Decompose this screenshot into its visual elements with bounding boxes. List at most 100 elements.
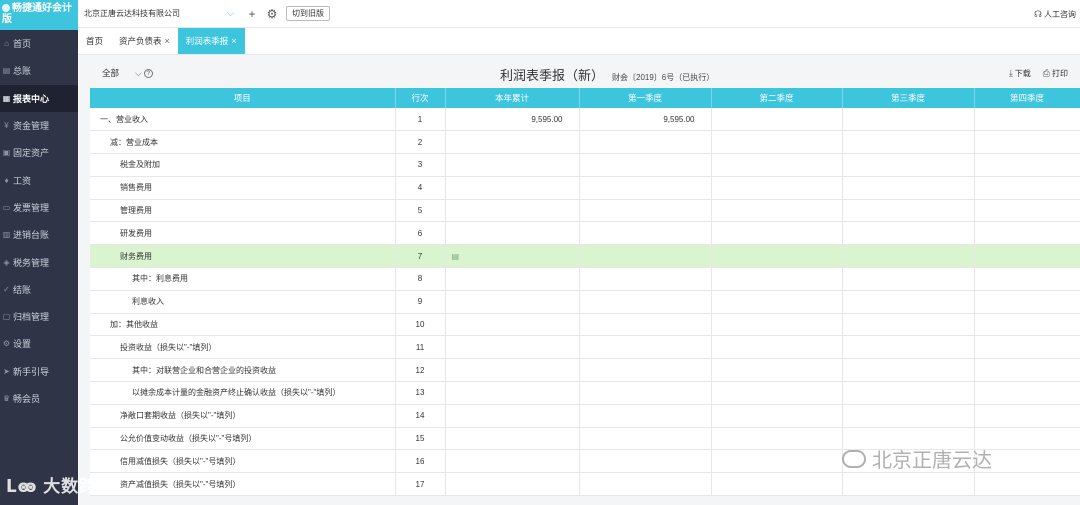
cell-q2[interactable]	[711, 381, 843, 405]
cell-ytd[interactable]	[445, 313, 580, 337]
cell-ytd[interactable]	[445, 267, 580, 291]
cell-q1[interactable]: 9,595.00	[579, 108, 712, 132]
cell-q3[interactable]	[842, 199, 975, 223]
cell-q3[interactable]	[842, 381, 975, 405]
sidebar-item-6[interactable]: ▭ 发票管理	[0, 194, 78, 221]
cell-q1[interactable]	[579, 267, 712, 291]
cell-q4[interactable]	[974, 176, 1080, 200]
cell-q4[interactable]	[974, 404, 1080, 428]
add-icon[interactable]: +	[244, 6, 260, 22]
cell-q1[interactable]	[579, 313, 712, 337]
sidebar-item-3[interactable]: ¥ 资金管理	[0, 112, 78, 139]
cell-q1[interactable]	[579, 449, 712, 474]
sidebar-item-7[interactable]: ▥ 进销台账	[0, 221, 78, 248]
sidebar-item-9[interactable]: ✓ 结账	[0, 276, 78, 303]
cell-q2[interactable]	[711, 358, 843, 383]
gear-icon[interactable]: ⚙	[264, 6, 280, 22]
close-icon[interactable]: ×	[165, 36, 170, 46]
cell-q4[interactable]	[974, 153, 1080, 177]
cell-q1[interactable]	[579, 290, 712, 314]
tab-1[interactable]: 资产负债表 ×	[111, 28, 178, 54]
cell-q4[interactable]	[974, 381, 1080, 405]
cell-q4[interactable]	[974, 244, 1080, 269]
print-button[interactable]: ⎙ 打印	[1043, 68, 1068, 79]
cell-q2[interactable]	[711, 130, 843, 155]
support-link[interactable]: ☊ 人工咨询	[1034, 9, 1076, 20]
cell-q2[interactable]	[711, 176, 843, 200]
cell-ytd[interactable]	[445, 358, 580, 383]
edit-icon[interactable]: ▤	[446, 252, 460, 261]
cell-ytd[interactable]	[445, 449, 580, 474]
cell-ytd[interactable]: ▤	[445, 244, 580, 269]
cell-q2[interactable]	[711, 335, 843, 360]
cell-q2[interactable]	[711, 404, 843, 428]
switch-old-version-button[interactable]: 切到旧版	[286, 6, 330, 21]
cell-q2[interactable]	[711, 199, 843, 223]
scope-filter[interactable]: 全部 ⌵ ?	[102, 67, 153, 79]
cell-q1[interactable]	[579, 358, 712, 383]
cell-q3[interactable]	[842, 358, 975, 383]
cell-q4[interactable]	[974, 335, 1080, 360]
cell-q1[interactable]	[579, 221, 712, 246]
cell-ytd[interactable]	[445, 199, 580, 223]
cell-ytd[interactable]: 9,595.00	[445, 108, 580, 132]
cell-ytd[interactable]	[445, 130, 580, 155]
cell-q2[interactable]	[711, 313, 843, 337]
cell-q1[interactable]	[579, 244, 712, 269]
cell-q1[interactable]	[579, 176, 712, 200]
cell-q2[interactable]	[711, 449, 843, 474]
sidebar-item-5[interactable]: ♦ 工资	[0, 166, 78, 193]
cell-q3[interactable]	[842, 472, 975, 497]
cell-q2[interactable]	[711, 108, 843, 132]
sidebar-item-1[interactable]: ▤ 总账	[0, 57, 78, 84]
cell-ytd[interactable]	[445, 472, 580, 497]
cell-q2[interactable]	[711, 290, 843, 314]
cell-q1[interactable]	[579, 427, 712, 451]
cell-ytd[interactable]	[445, 404, 580, 428]
cell-ytd[interactable]	[445, 153, 580, 177]
cell-q3[interactable]	[842, 404, 975, 428]
sidebar-item-13[interactable]: ♛ 畅会员	[0, 385, 78, 412]
cell-q2[interactable]	[711, 221, 843, 246]
cell-q4[interactable]	[974, 267, 1080, 291]
cell-q3[interactable]	[842, 313, 975, 337]
cell-q4[interactable]	[974, 221, 1080, 246]
cell-q2[interactable]	[711, 427, 843, 451]
sidebar-item-10[interactable]: ▢ 归档管理	[0, 303, 78, 330]
cell-q3[interactable]	[842, 267, 975, 291]
company-selector[interactable]: 北京正唐云达科技有限公司 ⌵	[82, 4, 240, 24]
cell-ytd[interactable]	[445, 381, 580, 405]
cell-q3[interactable]	[842, 335, 975, 360]
sidebar-item-11[interactable]: ⚙ 设置	[0, 330, 78, 357]
cell-q2[interactable]	[711, 153, 843, 177]
sidebar-item-12[interactable]: ➤ 新手引导	[0, 358, 78, 385]
cell-q3[interactable]	[842, 176, 975, 200]
cell-q1[interactable]	[579, 153, 712, 177]
cell-q2[interactable]	[711, 267, 843, 291]
close-icon[interactable]: ×	[231, 36, 236, 46]
cell-q1[interactable]	[579, 130, 712, 155]
cell-q1[interactable]	[579, 199, 712, 223]
cell-ytd[interactable]	[445, 290, 580, 314]
tab-0[interactable]: 首页	[78, 28, 111, 54]
cell-q1[interactable]	[579, 472, 712, 497]
cell-ytd[interactable]	[445, 427, 580, 451]
cell-q4[interactable]	[974, 130, 1080, 155]
sidebar-item-0[interactable]: ⌂ 首页	[0, 30, 78, 57]
tab-2[interactable]: 利润表季报 ×	[177, 28, 245, 54]
cell-ytd[interactable]	[445, 221, 580, 246]
cell-q4[interactable]	[974, 313, 1080, 337]
help-icon[interactable]: ?	[143, 68, 153, 78]
download-button[interactable]: ⤓ 下载	[1009, 68, 1031, 79]
cell-q3[interactable]	[842, 290, 975, 314]
cell-q1[interactable]	[579, 335, 712, 360]
cell-ytd[interactable]	[445, 176, 580, 200]
cell-q1[interactable]	[579, 404, 712, 428]
cell-q2[interactable]	[711, 472, 843, 497]
sidebar-item-4[interactable]: ▣ 固定资产	[0, 139, 78, 166]
cell-q2[interactable]	[711, 244, 843, 269]
cell-q3[interactable]	[842, 221, 975, 246]
cell-q3[interactable]	[842, 153, 975, 177]
cell-q4[interactable]	[974, 472, 1080, 497]
cell-q4[interactable]	[974, 358, 1080, 383]
